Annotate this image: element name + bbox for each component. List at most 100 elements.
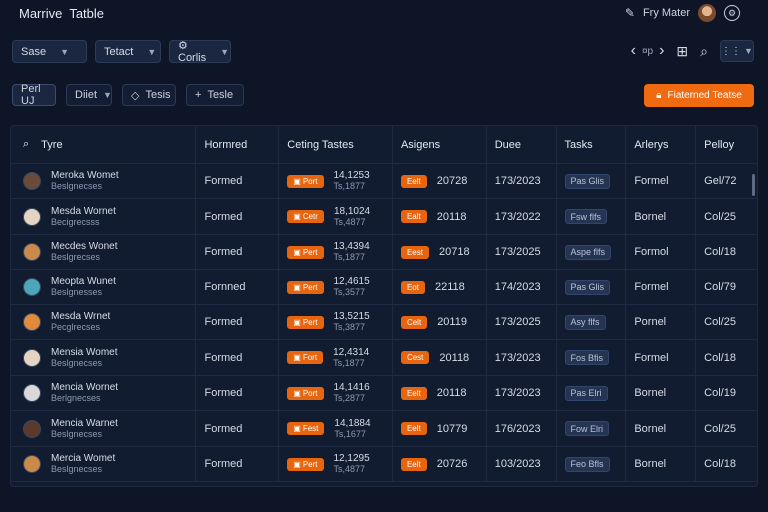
person-name[interactable]: Mercia Womet [51,453,115,464]
person-name[interactable]: Mesda Wrnet [51,311,110,322]
task-cell: Pas Glis [557,164,627,198]
name-cell: Mencia Wornet Berlgnecses [11,376,197,410]
add-item-icon[interactable]: ⊞ [676,43,688,60]
chip-perl[interactable]: Perl UJ [12,83,56,107]
pen-icon[interactable]: ✎ [625,6,635,20]
person-name[interactable]: Meopta Wunet [51,276,116,287]
person-name[interactable]: Mencia Warnet [51,418,118,429]
person-subtitle: Beslgrecses [51,252,101,262]
col-header-arlerys[interactable]: Arlerys [626,126,697,163]
task-badge[interactable]: Pas Elri [564,385,608,401]
table-row[interactable]: Mesda Wrnet Pecglrecses Formed ▣ Pert 13,5215… [11,305,757,340]
search-icon[interactable]: ⌕ [23,138,29,151]
assign-badge[interactable]: Eelt [400,422,427,435]
table-row[interactable]: Meopta Wunet Beslgnesses Fornned ▣ Pert 12,46… [11,270,757,305]
status-badge[interactable]: ▣ Pert [287,457,324,471]
assign-badge[interactable]: Eelt [400,457,427,471]
assign-number: 20118 [436,387,467,399]
sase-dropdown[interactable]: Sase ▼ [12,40,87,63]
value-main: 13,4394 [333,241,370,252]
name-cell: Mensia Womet Beslgnecses [11,340,197,375]
status-badge[interactable]: ▣ Port [287,174,324,188]
col-header-tasks[interactable]: Tasks [557,126,627,163]
assign-badge[interactable]: Cest [400,351,430,364]
task-badge[interactable]: Asy flfs [564,314,606,330]
col-header-hormred[interactable]: Hormred [196,126,280,163]
col-header-asigens[interactable]: Asigens [393,126,487,163]
user-name[interactable]: Fry Mater [643,7,690,19]
col-header-pelloy[interactable]: Pelloy [696,126,757,163]
person-name[interactable]: Meroka Womet [51,170,119,181]
col-header-duee[interactable]: Duee [487,126,557,163]
chip-tesis[interactable]: ◇ Tesis [122,84,176,106]
task-badge[interactable]: Fos Bfis [564,350,610,365]
view-toggle[interactable]: ⋮⋮ ▼ [720,40,754,62]
status-badge[interactable]: ▣ Fort [287,351,324,364]
policy-cell: Col/18 [704,458,736,470]
assign-badge[interactable]: Eelt [400,386,427,400]
assign-badge[interactable]: Eelt [400,174,427,188]
lock-icon: ▣ [293,388,301,398]
table-row[interactable]: Mecdes Wonet Beslgrecses Formed ▣ Pert 13,439… [11,235,757,270]
person-name[interactable]: Mencia Wornet [51,382,118,393]
status-badge[interactable]: ▣ Pert [287,315,324,329]
corlis-dropdown[interactable]: ⚙ Corlis ▼ [169,40,231,64]
table-row[interactable]: Mencia Wornet Berlgnecses Formed ▣ Port 14,14… [11,376,757,411]
task-cell: Fow Elri [557,411,627,446]
avatar[interactable] [698,4,716,22]
task-badge[interactable]: Fsw flfs [564,209,608,224]
person-name[interactable]: Mecdes Wonet [51,241,118,252]
col-header-type[interactable]: ⌕ Tyre [11,126,197,163]
status-badge[interactable]: ▣ Pert [287,245,324,259]
table-row[interactable]: Mencia Warnet Beslgnecses Formed ▣ Fest 14,18… [11,411,757,447]
task-badge[interactable]: Feo Bfls [564,456,610,472]
chip-tesle[interactable]: + Tesle [186,84,244,106]
due-cell: 173/2023 [487,340,557,375]
status-cell: Formed [196,199,280,234]
task-badge[interactable]: Pas Glis [564,279,611,295]
task-badge[interactable]: Pas Glis [564,173,611,189]
person-name[interactable]: Mesda Wornet [51,206,116,217]
task-badge[interactable]: Fow Elri [564,421,610,436]
value-main: 12,4615 [333,276,370,287]
col-header-ceting[interactable]: Ceting Tastes [279,126,393,163]
plus-icon: + [195,89,202,101]
assign-badge[interactable]: Celt [400,315,428,329]
scrollbar[interactable] [752,174,755,196]
action-bar: Perl UJ Diiet ▼ ◇ Tesis + Tesle [12,83,244,107]
costing-cell: ▣ Port 14,1416 Ts,2877 [279,376,393,410]
badge-label: Pert [302,459,318,469]
status-cell: Formed [196,447,280,481]
grid-icon: ⋮⋮ [721,45,742,57]
table-row[interactable]: Mesda Wornet Becigrecsss Formed ▣ Cetr 18,102… [11,199,757,235]
status-badge[interactable]: ▣ Port [287,386,324,400]
costing-cell: ▣ Pert 13,4394 Ts,1877 [279,235,393,269]
lock-icon: ▣ [293,212,301,221]
assign-badge[interactable]: Eest [400,245,429,259]
agency-cell: Bornel [626,411,697,446]
table-row[interactable]: Mensia Womet Beslgnecses Formed ▣ Fort 12,431… [11,340,757,376]
name-cell: Meopta Wunet Beslgnesses [11,270,197,304]
chip-diiet[interactable]: Diiet ▼ [66,84,112,106]
primary-action-button[interactable]: 🔒︎ Fiaterned Teatse [644,84,754,107]
task-cell: Feo Bfls [557,447,627,481]
tetact-dropdown[interactable]: Tetact ▼ [95,40,161,63]
person-name[interactable]: Mensia Womet [51,347,118,358]
app-title: Marrive Tatble [19,6,105,21]
status-badge[interactable]: ▣ Cetr [287,210,324,223]
settings-icon[interactable]: ⚙ [724,5,740,21]
assign-badge[interactable]: Ealt [400,210,427,223]
chevron-down-icon: ▼ [744,46,753,56]
search-icon[interactable]: ⌕ [700,43,708,60]
task-badge[interactable]: Aspe flfs [564,244,612,260]
chevron-left-icon[interactable]: ‹ [631,42,636,60]
table-row[interactable]: Mercia Womet Beslgnecses Formed ▣ Pert 12,129… [11,447,757,482]
table-row[interactable]: Meroka Womet Beslgnecses Formed ▣ Port 14,125… [11,164,757,199]
status-badge[interactable]: ▣ Fest [287,422,325,435]
avatar [23,455,41,473]
chip-label: Perl UJ [21,83,41,107]
task-cell: Fsw flfs [557,199,627,234]
assign-badge[interactable]: Eot [400,280,425,294]
chevron-right-icon[interactable]: › [659,42,664,60]
status-badge[interactable]: ▣ Pert [287,280,324,294]
